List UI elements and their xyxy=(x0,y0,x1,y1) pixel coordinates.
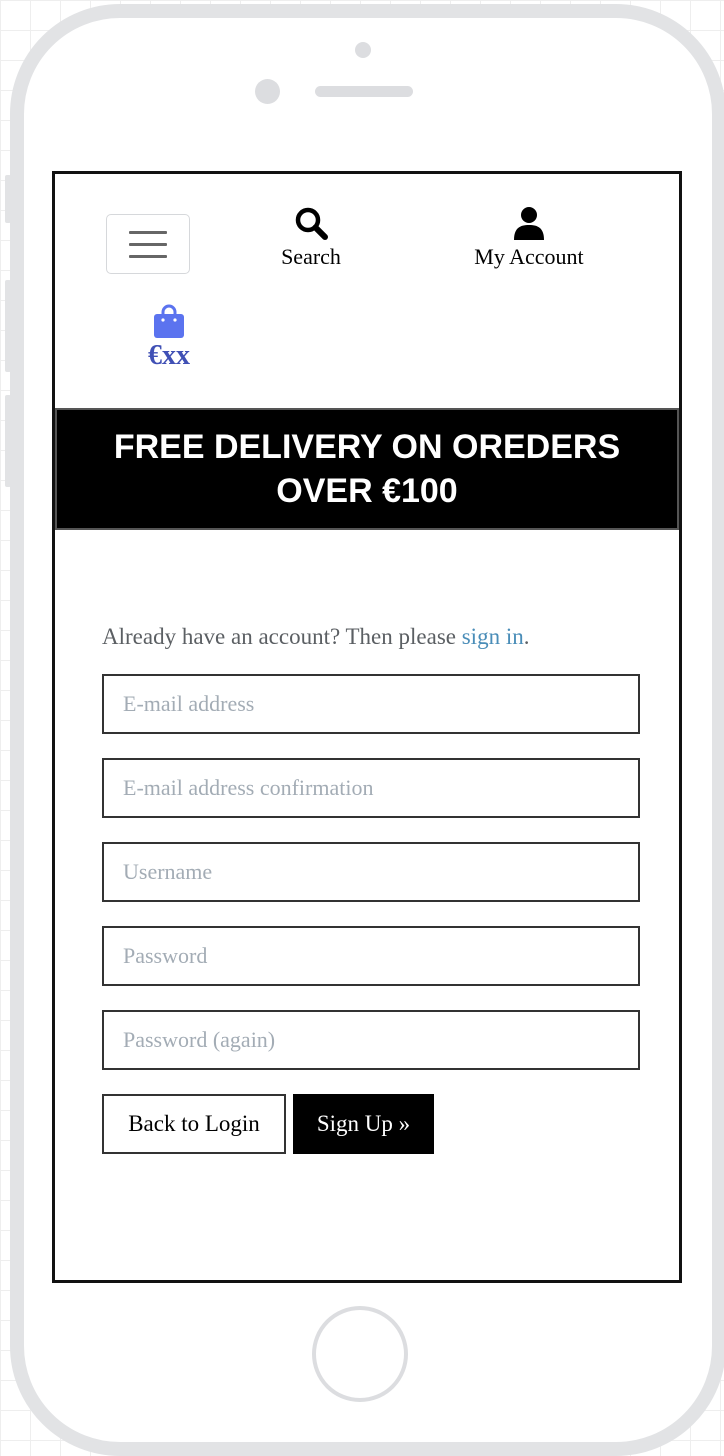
form-actions: Back to Login Sign Up » xyxy=(102,1094,640,1154)
password-field[interactable] xyxy=(102,926,640,986)
phone-screen: Search My Account €xx FREE DELIVERY ON O… xyxy=(52,171,682,1283)
my-account-link[interactable]: My Account xyxy=(459,206,599,270)
shopping-bag-link[interactable]: €xx xyxy=(127,304,211,372)
free-delivery-banner: FREE DELIVERY ON OREDERS OVER €100 xyxy=(55,408,679,530)
signin-prompt-text: Already have an account? Then please xyxy=(102,624,462,649)
banner-text: FREE DELIVERY ON OREDERS OVER €100 xyxy=(113,428,621,510)
password-again-field[interactable] xyxy=(102,1010,640,1070)
hamburger-icon-bar xyxy=(129,243,167,246)
username-field[interactable] xyxy=(102,842,640,902)
hamburger-icon-bar xyxy=(129,255,167,258)
search-icon xyxy=(295,207,328,240)
site-header: Search My Account €xx xyxy=(55,174,679,408)
phone-sensor xyxy=(255,79,280,104)
user-icon xyxy=(514,207,544,240)
email-field[interactable] xyxy=(102,674,640,734)
shopping-bag-icon xyxy=(154,304,184,338)
back-to-login-button[interactable]: Back to Login xyxy=(102,1094,286,1154)
sign-up-button[interactable]: Sign Up » xyxy=(293,1094,434,1154)
phone-front-camera xyxy=(355,42,371,58)
phone-speaker xyxy=(315,86,413,97)
search-link[interactable]: Search xyxy=(261,206,361,270)
bag-total: €xx xyxy=(148,340,190,371)
signin-link[interactable]: sign in xyxy=(462,624,524,649)
phone-home-button xyxy=(312,1306,408,1402)
menu-toggle-button[interactable] xyxy=(106,214,190,274)
email-confirmation-field[interactable] xyxy=(102,758,640,818)
hamburger-icon xyxy=(129,231,167,234)
signup-form: Already have an account? Then please sig… xyxy=(102,622,640,1154)
signin-prompt-end: . xyxy=(523,624,530,649)
my-account-label: My Account xyxy=(474,244,584,269)
search-label: Search xyxy=(281,244,341,269)
signin-prompt: Already have an account? Then please sig… xyxy=(102,622,640,652)
